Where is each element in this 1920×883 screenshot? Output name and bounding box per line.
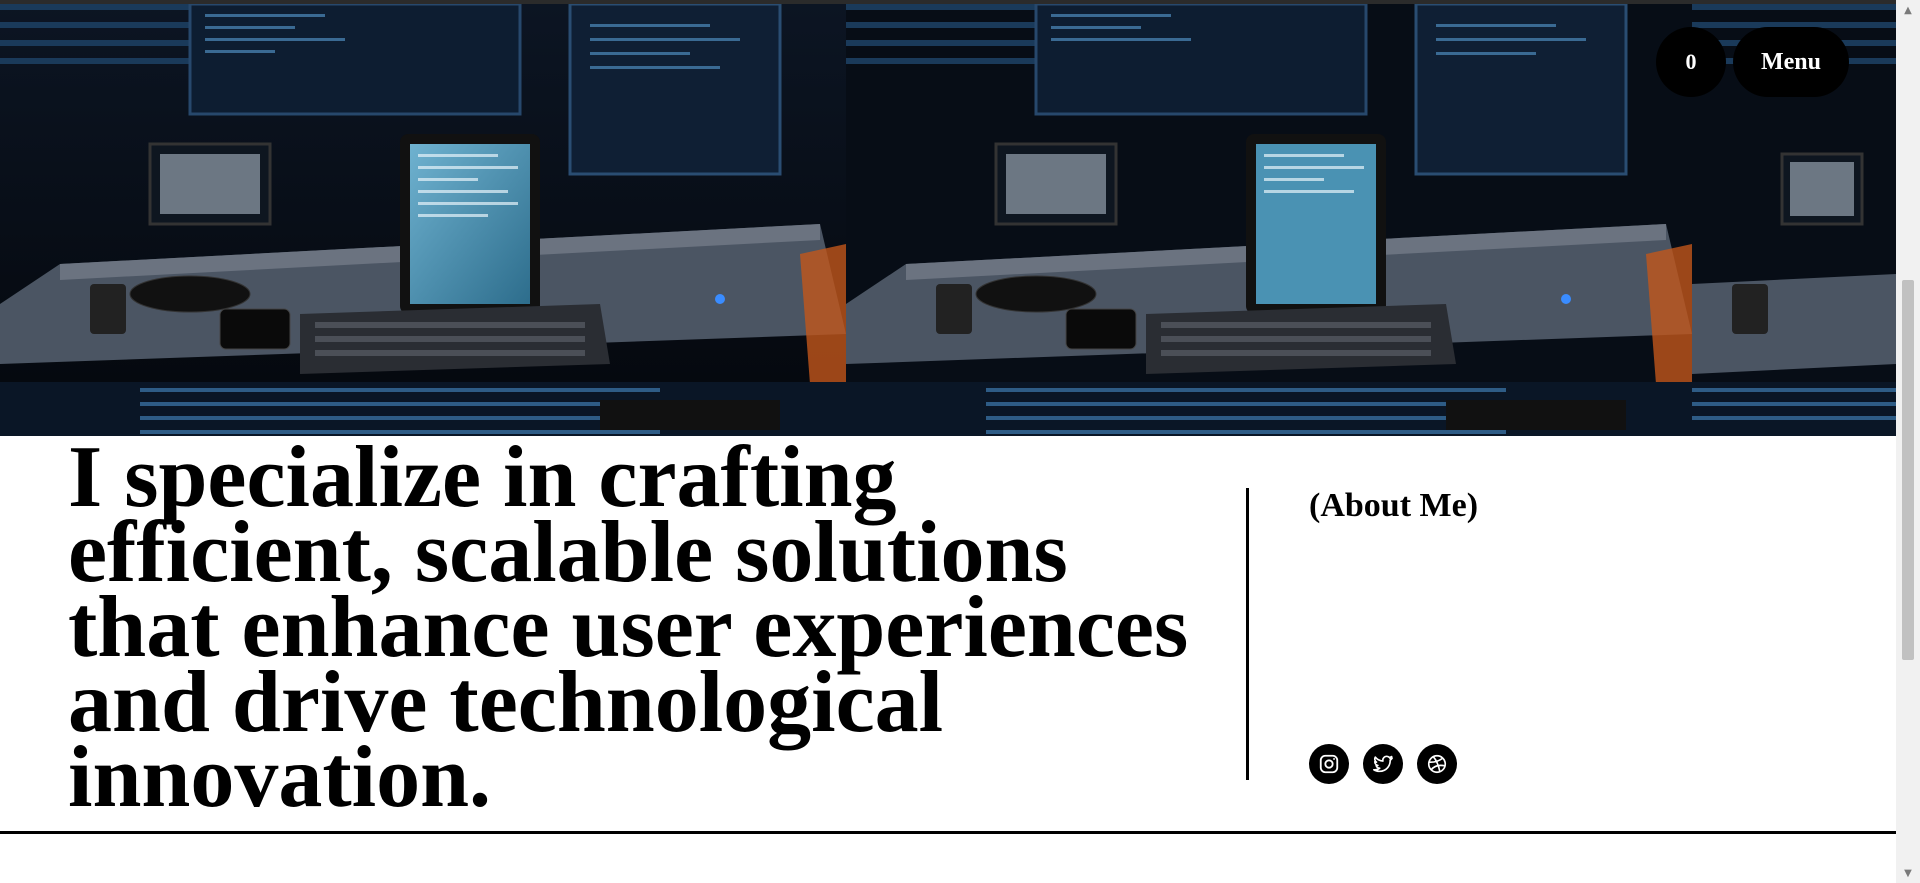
scroll-down-icon[interactable]: ▼ <box>1896 863 1920 883</box>
social-links <box>1309 744 1457 784</box>
menu-button[interactable]: Menu <box>1733 27 1849 97</box>
intro-headline: I specialize in crafting efficient, scal… <box>68 429 1189 826</box>
vertical-divider <box>1246 488 1249 780</box>
twitter-icon <box>1373 755 1393 773</box>
dribbble-icon <box>1427 754 1447 774</box>
cart-button[interactable]: 0 <box>1656 27 1726 97</box>
section-label: (About Me) <box>1309 487 1479 524</box>
hero-image <box>846 4 1692 436</box>
scroll-up-icon[interactable]: ▲ <box>1896 0 1920 20</box>
scroll-thumb[interactable] <box>1902 280 1914 660</box>
menu-label: Menu <box>1761 48 1821 75</box>
instagram-icon <box>1319 754 1339 774</box>
hero-banner <box>0 4 1896 436</box>
section-divider <box>0 831 1896 834</box>
hero-image <box>0 4 846 436</box>
cart-count: 0 <box>1685 49 1697 74</box>
dribbble-link[interactable] <box>1417 744 1457 784</box>
vertical-scrollbar[interactable]: ▲ ▼ <box>1896 0 1920 883</box>
twitter-link[interactable] <box>1363 744 1403 784</box>
instagram-link[interactable] <box>1309 744 1349 784</box>
